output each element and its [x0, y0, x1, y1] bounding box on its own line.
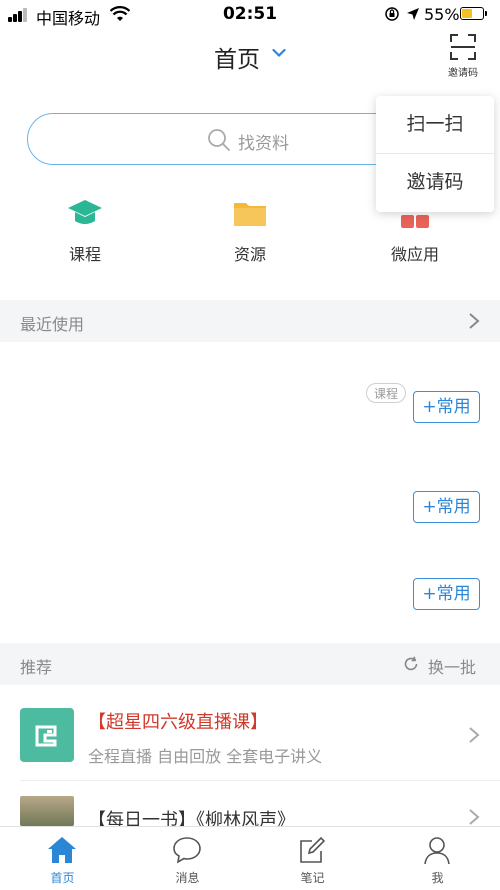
menu-item-scan[interactable]: 扫一扫	[376, 96, 494, 153]
shortcut-resource[interactable]: 资源	[195, 195, 305, 275]
tab-home[interactable]: 首页	[0, 827, 125, 890]
message-icon	[173, 837, 201, 864]
profile-icon	[424, 837, 450, 865]
tab-notes[interactable]: 笔记	[250, 827, 375, 890]
refresh-icon[interactable]	[403, 656, 419, 672]
search-icon	[208, 129, 230, 151]
tab-label: 消息	[175, 871, 200, 885]
course-tag: 课程	[366, 383, 407, 403]
note-icon	[300, 836, 326, 863]
recent-section-header[interactable]: 最近使用	[0, 300, 500, 342]
graduation-cap-icon	[68, 200, 102, 224]
folder-icon	[234, 203, 266, 226]
course-logo-icon	[35, 725, 57, 747]
search-placeholder: 找资料	[238, 134, 289, 154]
invite-code-button-label[interactable]: 邀请码	[440, 64, 486, 79]
chevron-down-icon[interactable]	[272, 48, 286, 58]
home-icon	[48, 837, 76, 863]
battery-level	[462, 9, 473, 18]
tab-bar: 首页 消息 笔记 我	[0, 826, 500, 889]
chevron-right-icon[interactable]	[468, 312, 480, 330]
shortcut-label: 资源	[233, 245, 266, 264]
chevron-right-icon[interactable]	[468, 808, 480, 826]
add-common-button[interactable]: +常用	[413, 578, 480, 610]
recommend-title[interactable]: 【超星四六级直播课】	[88, 708, 268, 734]
menu-item-invite-code[interactable]: 邀请码	[376, 154, 494, 211]
scan-icon[interactable]	[450, 34, 476, 60]
tab-label: 首页	[50, 871, 75, 885]
tab-profile[interactable]: 我	[375, 827, 500, 890]
add-common-button[interactable]: +常用	[413, 491, 480, 523]
shortcut-label: 课程	[68, 245, 101, 264]
battery-icon	[460, 7, 484, 20]
refresh-button[interactable]: 换一批	[428, 654, 476, 678]
chevron-right-icon[interactable]	[468, 726, 480, 744]
section-title: 最近使用	[20, 315, 85, 334]
add-common-button[interactable]: +常用	[413, 391, 480, 423]
status-bar: 中国移动 02:51 55%	[0, 0, 500, 30]
rotation-lock-icon	[385, 7, 399, 21]
battery-cap	[485, 11, 487, 16]
battery-percentage: 55%	[424, 5, 460, 24]
divider	[20, 780, 500, 781]
popup-menu: 扫一扫 邀请码	[376, 96, 494, 212]
tab-label: 我	[431, 871, 444, 885]
book-thumbnail[interactable]	[20, 796, 74, 826]
page-title[interactable]: 首页	[214, 40, 260, 74]
shortcut-course[interactable]: 课程	[30, 195, 140, 275]
tab-label: 笔记	[300, 871, 325, 885]
course-thumbnail[interactable]	[20, 708, 74, 762]
tab-messages[interactable]: 消息	[125, 827, 250, 890]
section-title: 推荐	[20, 658, 53, 677]
shortcut-label: 微应用	[390, 245, 439, 264]
recommend-subtitle: 全程直播 自由回放 全套电子讲义	[88, 747, 323, 766]
location-arrow-icon	[407, 8, 419, 20]
recommend-section-header: 推荐 换一批	[0, 643, 500, 685]
